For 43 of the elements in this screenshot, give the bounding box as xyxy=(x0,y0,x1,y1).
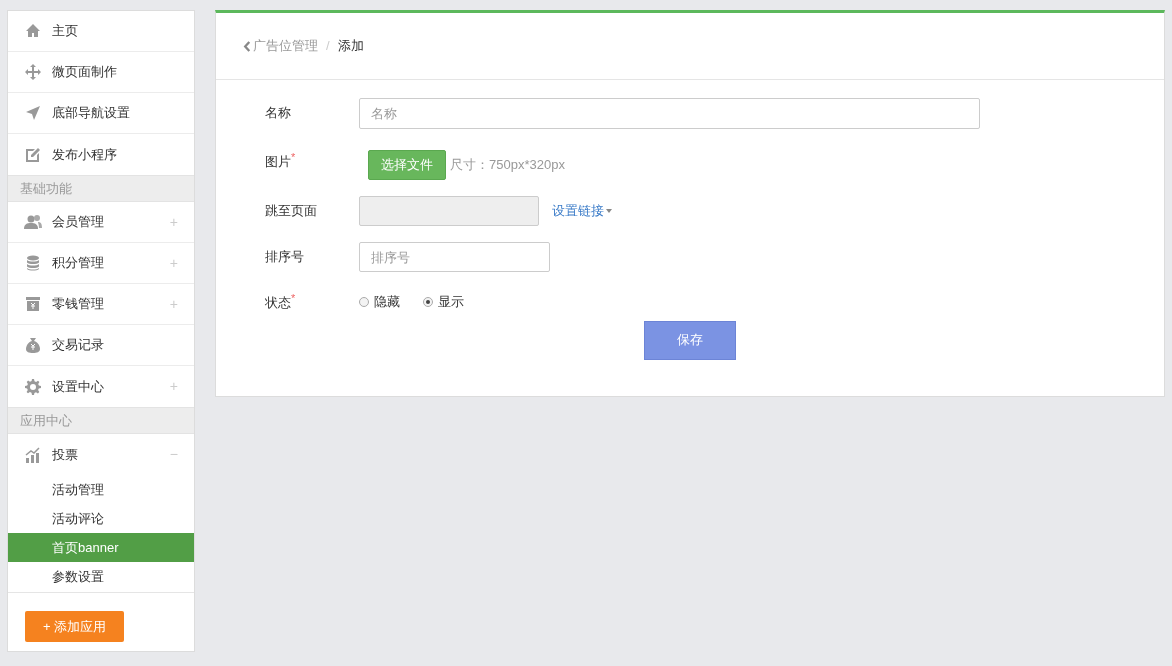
menu-icon xyxy=(26,296,40,312)
sort-number-field[interactable]: 排序号 xyxy=(359,242,550,272)
menu-icon xyxy=(26,255,40,271)
page-field[interactable] xyxy=(359,196,539,226)
field-label: 状态$^{*}$ xyxy=(264,290,297,312)
menu-item[interactable]: 积分管理 + xyxy=(8,243,194,284)
radio-option[interactable]: 显示 xyxy=(423,292,464,312)
set-link-dropdown[interactable]: 设置链接 xyxy=(552,201,612,221)
field-label: 排序号 xyxy=(264,248,305,266)
menu-item[interactable]: 零钱管理 + xyxy=(8,284,194,325)
menu-icon xyxy=(25,64,41,80)
menu-icon xyxy=(25,23,41,39)
breadcrumb-separator: / xyxy=(326,37,330,56)
menu-item[interactable]: 发布小程序 xyxy=(8,134,194,175)
submenu-item[interactable]: 活动评论 xyxy=(8,504,194,533)
menu-item[interactable]: 交易记录 xyxy=(8,325,194,366)
menu-item[interactable]: 设置中心 + xyxy=(8,366,194,407)
caret-icon xyxy=(606,209,612,213)
size-hint: 尺寸：750px*320px xyxy=(450,156,565,175)
radio-option[interactable]: 隐藏 xyxy=(359,292,400,312)
field-label: 跳至页面 xyxy=(264,202,318,220)
menu-icon xyxy=(25,378,41,395)
chevron-left-icon xyxy=(243,40,251,52)
menu-item[interactable]: 投票 − xyxy=(8,434,194,475)
menu-item[interactable]: 微页面制作 xyxy=(8,52,194,93)
breadcrumb-current: 添加 xyxy=(337,37,364,56)
menu-item[interactable]: 主页 xyxy=(8,11,194,52)
submenu-item[interactable]: 活动管理 xyxy=(8,475,194,504)
submenu-item[interactable]: 参数设置 xyxy=(8,562,194,591)
menu-item[interactable]: 底部导航设置 xyxy=(8,93,194,134)
radio-button[interactable] xyxy=(423,296,433,307)
name-field[interactable]: 名称 xyxy=(359,98,980,129)
radio-button[interactable] xyxy=(359,296,369,307)
section-heading: 应用中心 xyxy=(8,407,194,434)
field-label: 名称 xyxy=(264,104,292,122)
menu-icon xyxy=(25,105,41,121)
menu-icon xyxy=(25,446,41,463)
menu-icon xyxy=(24,214,42,230)
section-heading: 基础功能 xyxy=(8,175,194,202)
menu-icon xyxy=(25,146,41,163)
menu-icon xyxy=(25,337,41,353)
field-label: 图片$^{*}$ xyxy=(264,149,297,171)
menu-item[interactable]: 会员管理 + xyxy=(8,202,194,243)
